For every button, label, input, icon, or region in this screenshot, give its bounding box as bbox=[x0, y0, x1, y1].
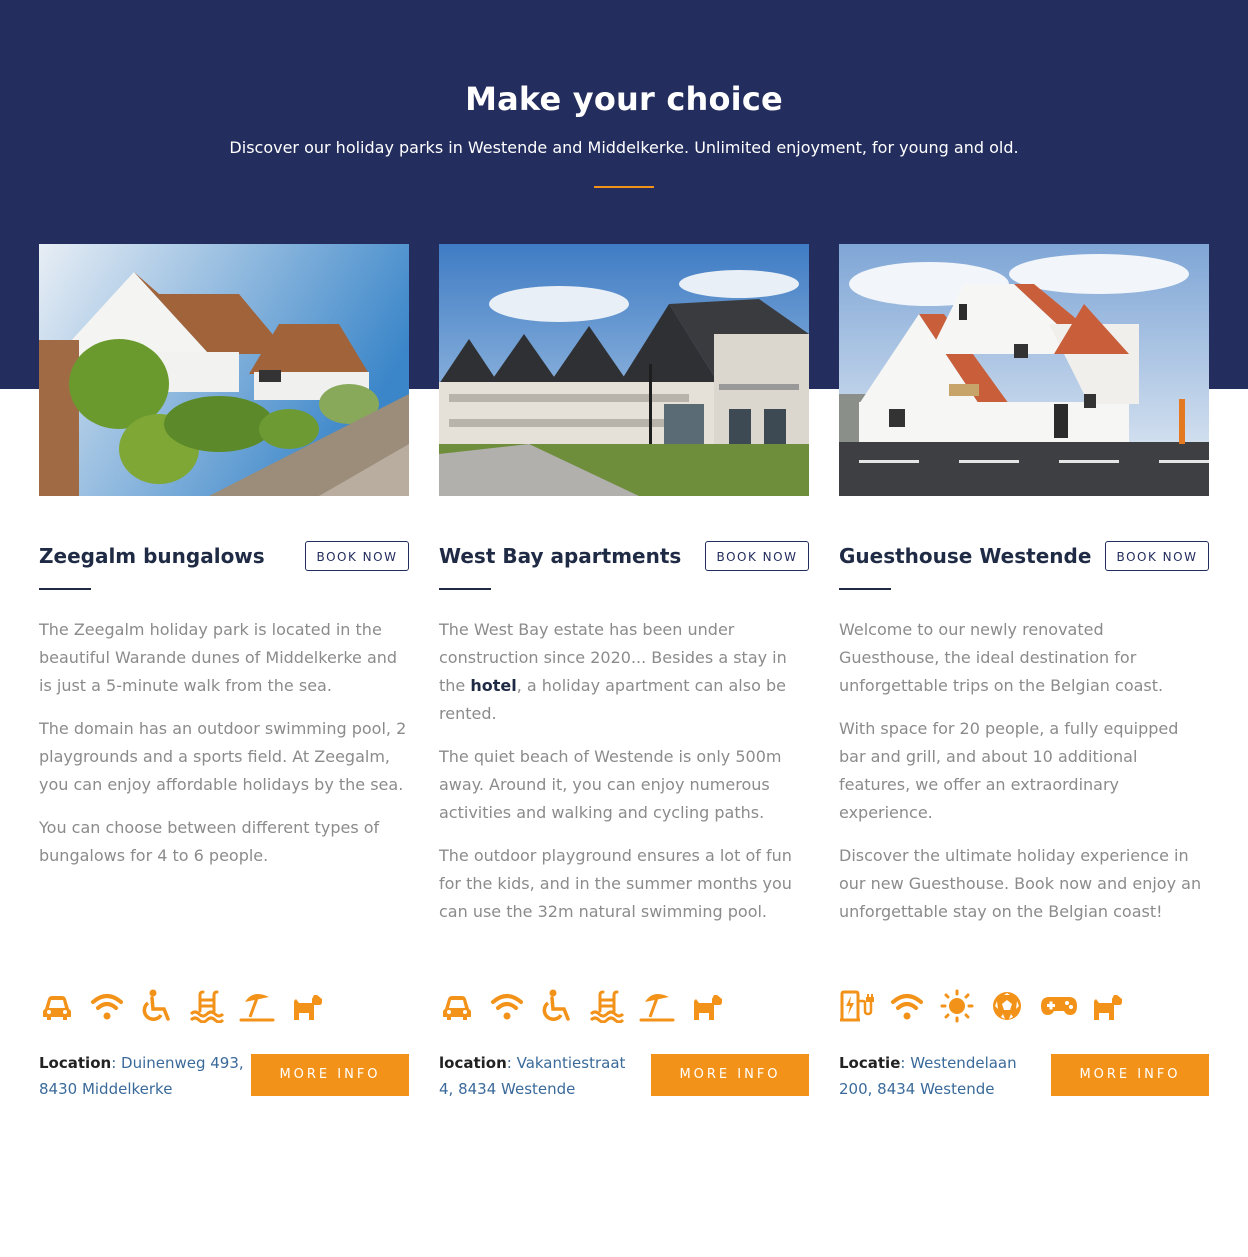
description-paragraph: The Zeegalm holiday park is located in t… bbox=[39, 620, 398, 695]
page-subtitle: Discover our holiday parks in Westende a… bbox=[229, 138, 1019, 157]
football-icon bbox=[989, 989, 1025, 1023]
dog-icon bbox=[1089, 989, 1125, 1023]
description-paragraph: Welcome to our newly renovated Guesthous… bbox=[839, 620, 1164, 695]
wifi-icon bbox=[489, 989, 525, 1023]
car-icon bbox=[439, 989, 475, 1023]
description-paragraph: You can choose between different types o… bbox=[39, 818, 380, 865]
card-title: Zeegalm bungalows bbox=[39, 544, 265, 568]
description-paragraph: The domain has an outdoor swimming pool,… bbox=[39, 719, 407, 794]
card-description: The West Bay estate has been under const… bbox=[439, 616, 809, 941]
more-info-button[interactable]: MORE INFO bbox=[651, 1054, 809, 1096]
page-title: Make your choice bbox=[465, 80, 783, 118]
book-now-button[interactable]: BOOK NOW bbox=[705, 541, 809, 571]
description-paragraph: The West Bay estate has been under const… bbox=[439, 616, 809, 728]
wheelchair-icon bbox=[139, 989, 175, 1023]
location-label: Locatie bbox=[839, 1054, 901, 1072]
gamepad-icon bbox=[1039, 989, 1077, 1023]
more-info-button[interactable]: MORE INFO bbox=[251, 1054, 409, 1096]
park-card-westbay: West Bay apartments BOOK NOW The West Ba… bbox=[439, 244, 809, 1098]
amenities-list bbox=[39, 989, 325, 1024]
park-card-zeegalm: Zeegalm bungalows BOOK NOW The Zeegalm h… bbox=[39, 244, 409, 1098]
location-label: location bbox=[439, 1054, 507, 1072]
hotel-link[interactable]: hotel bbox=[470, 676, 516, 695]
dog-icon bbox=[689, 989, 725, 1023]
location-info: Locatie: Westendelaan 200, 8434 Westende bbox=[839, 1054, 1017, 1098]
title-underline bbox=[439, 588, 491, 590]
description-paragraph: With space for 20 people, a fully equipp… bbox=[839, 719, 1179, 822]
description-paragraph: Discover the ultimate holiday experience… bbox=[839, 846, 1202, 921]
sun-icon bbox=[939, 989, 975, 1023]
title-underline bbox=[839, 588, 891, 590]
pool-icon bbox=[589, 989, 625, 1024]
dog-icon bbox=[289, 989, 325, 1023]
beach-icon bbox=[239, 989, 275, 1023]
book-now-button[interactable]: BOOK NOW bbox=[1105, 541, 1209, 571]
beach-icon bbox=[639, 989, 675, 1023]
park-card-guesthouse: Guesthouse Westende BOOK NOW Welcome to … bbox=[839, 244, 1209, 1098]
amenities-list bbox=[839, 989, 1125, 1023]
more-info-button[interactable]: MORE INFO bbox=[1051, 1054, 1209, 1096]
description-paragraph: The outdoor playground ensures a lot of … bbox=[439, 846, 792, 921]
wheelchair-icon bbox=[539, 989, 575, 1023]
title-underline bbox=[39, 588, 91, 590]
car-icon bbox=[39, 989, 75, 1023]
card-description: The Zeegalm holiday park is located in t… bbox=[39, 616, 409, 885]
wifi-icon bbox=[89, 989, 125, 1023]
apartments-photo[interactable] bbox=[439, 244, 809, 496]
bungalow-photo[interactable] bbox=[39, 244, 409, 496]
location-info: Location: Duinenweg 493, 8430 Middelkerk… bbox=[39, 1054, 244, 1098]
guesthouse-photo[interactable] bbox=[839, 244, 1209, 496]
card-title: Guesthouse Westende bbox=[839, 544, 1092, 568]
hero-divider bbox=[594, 186, 654, 188]
book-now-button[interactable]: BOOK NOW bbox=[305, 541, 409, 571]
ev-charger-icon bbox=[839, 989, 875, 1023]
amenities-list bbox=[439, 989, 725, 1024]
pool-icon bbox=[189, 989, 225, 1024]
location-label: Location bbox=[39, 1054, 112, 1072]
card-description: Welcome to our newly renovated Guesthous… bbox=[839, 616, 1209, 941]
description-paragraph: The quiet beach of Westende is only 500m… bbox=[439, 747, 782, 822]
location-info: location: Vakantiestraat 4, 8434 Westend… bbox=[439, 1054, 626, 1098]
wifi-icon bbox=[889, 989, 925, 1023]
card-title: West Bay apartments bbox=[439, 544, 682, 568]
